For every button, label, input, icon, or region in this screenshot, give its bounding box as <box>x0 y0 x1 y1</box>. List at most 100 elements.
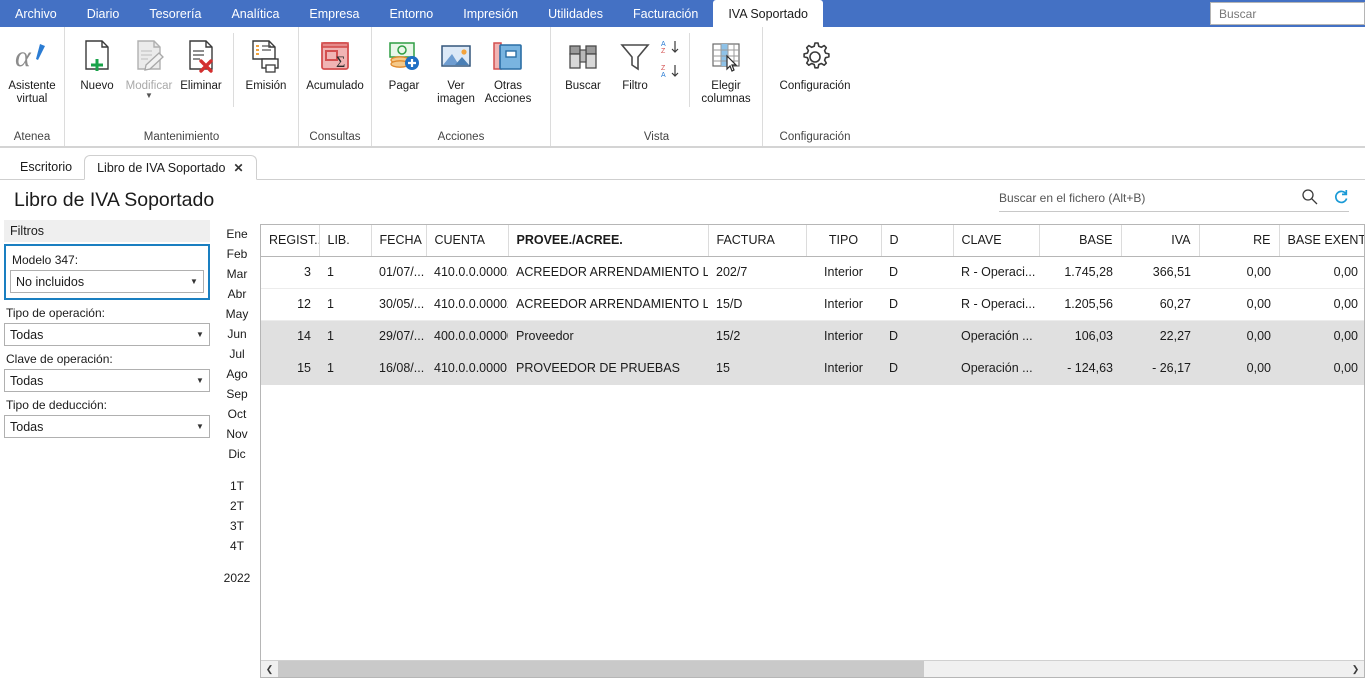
menu-item-analitica[interactable]: Analítica <box>216 0 294 27</box>
grid-horizontal-scrollbar[interactable]: ❮ ❯ <box>261 660 1364 677</box>
col-header-lib[interactable]: LIB. <box>319 225 372 257</box>
filter-tipo-deduccion-value: Todas <box>10 419 44 434</box>
period-dic[interactable]: Dic <box>214 444 260 464</box>
close-icon[interactable]: ✕ <box>233 161 243 175</box>
eliminar-button[interactable]: Eliminar <box>175 31 227 93</box>
col-header-tipo[interactable]: TIPO <box>806 225 882 257</box>
configuracion-button[interactable]: Configuración <box>769 31 861 93</box>
buscar-button[interactable]: Buscar <box>557 31 609 93</box>
cell-factura: 15/D <box>708 288 806 321</box>
period-feb[interactable]: Feb <box>214 244 260 264</box>
otras-acciones-button[interactable]: Otras Acciones <box>482 31 534 106</box>
filter-clave-operacion-select[interactable]: Todas ▼ <box>4 369 210 392</box>
emision-button[interactable]: Emisión <box>240 31 292 93</box>
menu-item-diario[interactable]: Diario <box>72 0 135 27</box>
chevron-down-icon[interactable]: ▼ <box>191 370 209 391</box>
col-header-re[interactable]: RE <box>1199 225 1280 257</box>
menu-item-tesoreria[interactable]: Tesorería <box>134 0 216 27</box>
otras-acciones-label: Otras Acciones <box>484 80 532 105</box>
filter-clave-operacion-value: Todas <box>10 373 44 388</box>
nuevo-button[interactable]: Nuevo <box>71 31 123 93</box>
asistente-virtual-button[interactable]: α Asistente virtual <box>6 31 58 106</box>
filter-tipo-operacion-select[interactable]: Todas ▼ <box>4 323 210 346</box>
col-header-clave[interactable]: CLAVE <box>953 225 1040 257</box>
period-sep[interactable]: Sep <box>214 384 260 404</box>
filter-modelo-347-value: No incluidos <box>16 274 85 289</box>
period-3t[interactable]: 3T <box>214 516 260 536</box>
file-search-input[interactable]: Buscar en el fichero (Alt+B) <box>999 191 1301 205</box>
col-header-cuenta[interactable]: CUENTA <box>426 225 509 257</box>
period-4t[interactable]: 4T <box>214 536 260 556</box>
elegir-columnas-button[interactable]: Elegir columnas <box>696 31 756 106</box>
cell-iva: 22,27 <box>1121 320 1199 353</box>
pagar-button[interactable]: Pagar <box>378 31 430 93</box>
col-header-base[interactable]: BASE <box>1039 225 1122 257</box>
scrollbar-thumb[interactable] <box>278 660 924 677</box>
tab-escritorio[interactable]: Escritorio <box>8 154 84 179</box>
period-ago[interactable]: Ago <box>214 364 260 384</box>
menu-item-entorno[interactable]: Entorno <box>374 0 448 27</box>
table-row[interactable]: 14 1 29/07/... 400.0.0.00000 Proveedor 1… <box>261 320 1364 353</box>
menu-item-facturacion[interactable]: Facturación <box>618 0 713 27</box>
period-ene[interactable]: Ene <box>214 224 260 244</box>
period-nov[interactable]: Nov <box>214 424 260 444</box>
col-header-factura[interactable]: FACTURA <box>708 225 807 257</box>
print-document-icon <box>249 35 283 79</box>
col-header-registro[interactable]: REGIST... <box>261 225 320 257</box>
sort-az-icon[interactable]: A Z <box>661 39 683 58</box>
period-jun[interactable]: Jun <box>214 324 260 344</box>
period-rail: Ene Feb Mar Abr May Jun Jul Ago Sep Oct … <box>214 220 260 678</box>
menu-item-impresion[interactable]: Impresión <box>448 0 533 27</box>
ribbon-group-label-mantenimiento: Mantenimiento <box>143 131 220 143</box>
ver-imagen-button[interactable]: Ver imagen <box>430 31 482 106</box>
modificar-button[interactable]: Modificar ▼ <box>123 31 175 100</box>
chevron-down-icon[interactable]: ▼ <box>191 416 209 437</box>
global-search-input[interactable]: Buscar <box>1210 2 1365 25</box>
col-header-d[interactable]: D <box>881 225 954 257</box>
search-icon[interactable] <box>1301 188 1318 208</box>
chevron-down-icon[interactable]: ▼ <box>191 324 209 345</box>
cell-d: D <box>881 352 953 385</box>
refresh-icon[interactable] <box>1332 188 1349 208</box>
menu-item-empresa[interactable]: Empresa <box>294 0 374 27</box>
table-row[interactable]: 12 1 30/05/... 410.0.0.00002 ACREEDOR AR… <box>261 288 1364 321</box>
modificar-chevron-down-icon[interactable]: ▼ <box>145 92 153 100</box>
acumulado-button[interactable]: Σ Acumulado <box>305 31 365 93</box>
alpha-icon: α <box>14 35 50 79</box>
cell-proveedor: ACREEDOR ARRENDAMIENTO LO... <box>508 256 708 289</box>
sort-za-icon[interactable]: Z A <box>661 63 683 82</box>
menu-item-iva-soportado[interactable]: IVA Soportado <box>713 0 823 27</box>
cell-lib: 1 <box>319 256 371 289</box>
col-header-fecha[interactable]: FECHA <box>371 225 427 257</box>
period-2t[interactable]: 2T <box>214 496 260 516</box>
menu-item-archivo[interactable]: Archivo <box>0 0 72 27</box>
period-oct[interactable]: Oct <box>214 404 260 424</box>
cell-clave: Operación ... <box>953 352 1039 385</box>
tab-escritorio-label: Escritorio <box>20 159 73 174</box>
col-header-base-exenta[interactable]: BASE EXENTA <box>1279 225 1364 257</box>
period-year[interactable]: 2022 <box>214 568 260 588</box>
menu-item-utilidades[interactable]: Utilidades <box>533 0 618 27</box>
filter-tipo-deduccion-select[interactable]: Todas ▼ <box>4 415 210 438</box>
acumulado-label: Acumulado <box>306 80 364 92</box>
period-abr[interactable]: Abr <box>214 284 260 304</box>
cell-base: - 124,63 <box>1039 352 1121 385</box>
chevron-down-icon[interactable]: ▼ <box>185 271 203 292</box>
period-jul[interactable]: Jul <box>214 344 260 364</box>
scroll-left-icon[interactable]: ❮ <box>261 660 278 677</box>
ribbon-separator-2 <box>689 33 690 107</box>
table-row[interactable]: 3 1 01/07/... 410.0.0.00002 ACREEDOR ARR… <box>261 256 1364 289</box>
file-search-box[interactable]: Buscar en el fichero (Alt+B) <box>999 188 1349 212</box>
period-may[interactable]: May <box>214 304 260 324</box>
filter-tipo-operacion-label: Tipo de operación: <box>6 306 105 320</box>
filter-modelo-347-select[interactable]: No incluidos ▼ <box>10 270 204 293</box>
table-row[interactable]: 15 1 16/08/... 410.0.0.00001 PROVEEDOR D… <box>261 352 1364 385</box>
scrollbar-track[interactable] <box>278 660 1347 677</box>
tab-libro-iva-soportado[interactable]: Libro de IVA Soportado ✕ <box>84 155 257 180</box>
col-header-proveedor[interactable]: PROVEE./ACREE. <box>508 225 709 257</box>
period-mar[interactable]: Mar <box>214 264 260 284</box>
filtro-button[interactable]: Filtro <box>609 31 661 93</box>
scroll-right-icon[interactable]: ❯ <box>1347 660 1364 677</box>
period-1t[interactable]: 1T <box>214 476 260 496</box>
col-header-iva[interactable]: IVA <box>1121 225 1200 257</box>
